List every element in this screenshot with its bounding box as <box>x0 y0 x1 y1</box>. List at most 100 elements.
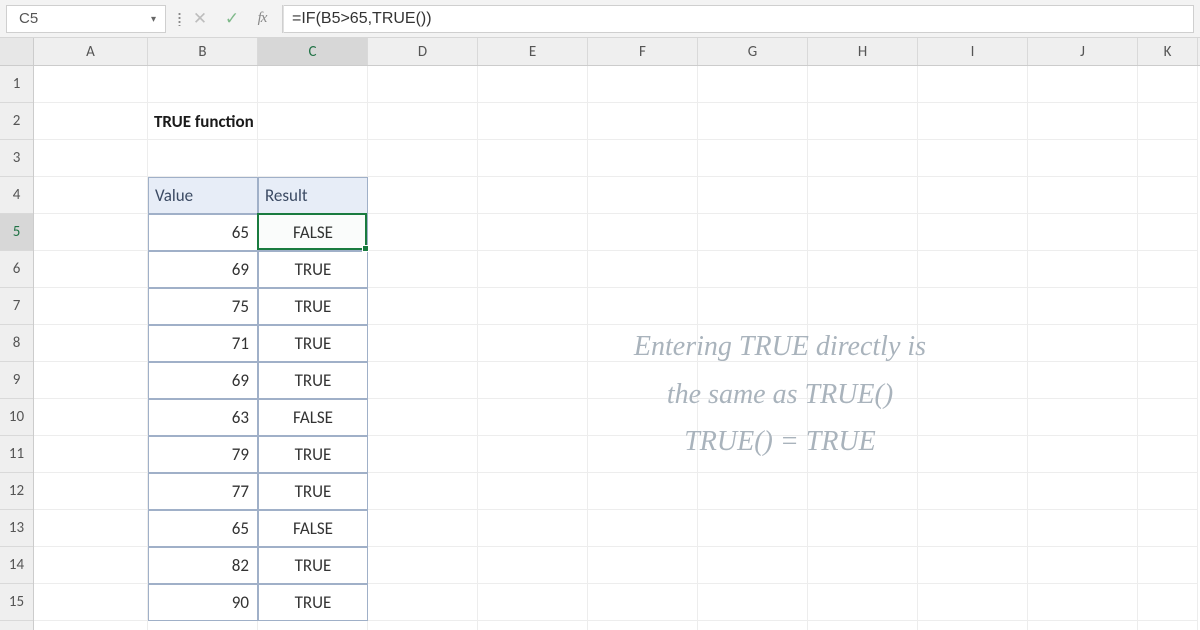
cell-A6[interactable] <box>34 251 148 288</box>
cell-B16[interactable] <box>148 621 258 630</box>
cell-C14[interactable]: TRUE <box>258 547 368 584</box>
cell-I11[interactable] <box>918 436 1028 473</box>
cell-C2[interactable] <box>258 103 368 140</box>
cell-D12[interactable] <box>368 473 478 510</box>
cell-J11[interactable] <box>1028 436 1138 473</box>
cell-G15[interactable] <box>698 584 808 621</box>
cell-F3[interactable] <box>588 140 698 177</box>
cell-D15[interactable] <box>368 584 478 621</box>
cell-D8[interactable] <box>368 325 478 362</box>
fx-icon[interactable]: fx <box>248 10 276 27</box>
cell-G11[interactable] <box>698 436 808 473</box>
cell-J2[interactable] <box>1028 103 1138 140</box>
cell-A14[interactable] <box>34 547 148 584</box>
col-header-G[interactable]: G <box>698 38 808 65</box>
cell-B2[interactable]: TRUE function <box>148 103 258 140</box>
cell-J3[interactable] <box>1028 140 1138 177</box>
cell-H11[interactable] <box>808 436 918 473</box>
cell-B12[interactable]: 77 <box>148 473 258 510</box>
cell-G5[interactable] <box>698 214 808 251</box>
cell-B9[interactable]: 69 <box>148 362 258 399</box>
col-header-B[interactable]: B <box>148 38 258 65</box>
cell-D1[interactable] <box>368 66 478 103</box>
cell-J12[interactable] <box>1028 473 1138 510</box>
col-header-D[interactable]: D <box>368 38 478 65</box>
cell-E8[interactable] <box>478 325 588 362</box>
cell-G7[interactable] <box>698 288 808 325</box>
cell-I4[interactable] <box>918 177 1028 214</box>
cell-K15[interactable] <box>1138 584 1198 621</box>
formula-input[interactable] <box>283 5 1193 33</box>
cell-E13[interactable] <box>478 510 588 547</box>
cell-J7[interactable] <box>1028 288 1138 325</box>
cell-F4[interactable] <box>588 177 698 214</box>
cell-J9[interactable] <box>1028 362 1138 399</box>
cell-D5[interactable] <box>368 214 478 251</box>
cell-A13[interactable] <box>34 510 148 547</box>
col-header-E[interactable]: E <box>478 38 588 65</box>
row-header-9[interactable]: 9 <box>0 362 33 399</box>
cell-D9[interactable] <box>368 362 478 399</box>
cell-F11[interactable] <box>588 436 698 473</box>
formula-input-wrap[interactable] <box>282 5 1194 33</box>
cell-K12[interactable] <box>1138 473 1198 510</box>
cell-E14[interactable] <box>478 547 588 584</box>
cell-G10[interactable] <box>698 399 808 436</box>
cell-G13[interactable] <box>698 510 808 547</box>
cell-D11[interactable] <box>368 436 478 473</box>
cell-B13[interactable]: 65 <box>148 510 258 547</box>
cell-H8[interactable] <box>808 325 918 362</box>
cell-E15[interactable] <box>478 584 588 621</box>
name-box-dropdown-icon[interactable]: ▾ <box>148 12 159 25</box>
cell-B8[interactable]: 71 <box>148 325 258 362</box>
cell-G6[interactable] <box>698 251 808 288</box>
cell-K3[interactable] <box>1138 140 1198 177</box>
cell-I7[interactable] <box>918 288 1028 325</box>
cell-J15[interactable] <box>1028 584 1138 621</box>
cell-I5[interactable] <box>918 214 1028 251</box>
col-header-C[interactable]: C <box>258 38 368 65</box>
name-box-input[interactable] <box>17 9 148 28</box>
cell-I15[interactable] <box>918 584 1028 621</box>
cell-H10[interactable] <box>808 399 918 436</box>
name-box-wrap[interactable]: ▾ <box>6 5 166 33</box>
cell-G3[interactable] <box>698 140 808 177</box>
cell-C13[interactable]: FALSE <box>258 510 368 547</box>
worksheet[interactable]: ABCDEFGHIJK 12345678910111213141516 TRUE… <box>0 38 1200 630</box>
cell-K16[interactable] <box>1138 621 1198 630</box>
cell-D16[interactable] <box>368 621 478 630</box>
cell-G14[interactable] <box>698 547 808 584</box>
row-header-12[interactable]: 12 <box>0 473 33 510</box>
cell-I1[interactable] <box>918 66 1028 103</box>
cell-B6[interactable]: 69 <box>148 251 258 288</box>
cell-A15[interactable] <box>34 584 148 621</box>
cell-B4[interactable]: Value <box>148 177 258 214</box>
col-header-A[interactable]: A <box>34 38 148 65</box>
cell-K2[interactable] <box>1138 103 1198 140</box>
cell-K11[interactable] <box>1138 436 1198 473</box>
cell-C15[interactable]: TRUE <box>258 584 368 621</box>
cell-A3[interactable] <box>34 140 148 177</box>
cell-E7[interactable] <box>478 288 588 325</box>
cell-E6[interactable] <box>478 251 588 288</box>
row-header-3[interactable]: 3 <box>0 140 33 177</box>
cell-G4[interactable] <box>698 177 808 214</box>
cell-H3[interactable] <box>808 140 918 177</box>
cell-A10[interactable] <box>34 399 148 436</box>
col-header-K[interactable]: K <box>1138 38 1198 65</box>
row-header-4[interactable]: 4 <box>0 177 33 214</box>
cell-H1[interactable] <box>808 66 918 103</box>
cell-G2[interactable] <box>698 103 808 140</box>
cell-F8[interactable] <box>588 325 698 362</box>
cell-D10[interactable] <box>368 399 478 436</box>
cell-E10[interactable] <box>478 399 588 436</box>
cell-C16[interactable] <box>258 621 368 630</box>
cell-H9[interactable] <box>808 362 918 399</box>
cell-J10[interactable] <box>1028 399 1138 436</box>
cell-H13[interactable] <box>808 510 918 547</box>
cell-F2[interactable] <box>588 103 698 140</box>
cell-E4[interactable] <box>478 177 588 214</box>
cell-K10[interactable] <box>1138 399 1198 436</box>
cell-C5[interactable]: FALSE <box>258 214 368 251</box>
cell-A5[interactable] <box>34 214 148 251</box>
